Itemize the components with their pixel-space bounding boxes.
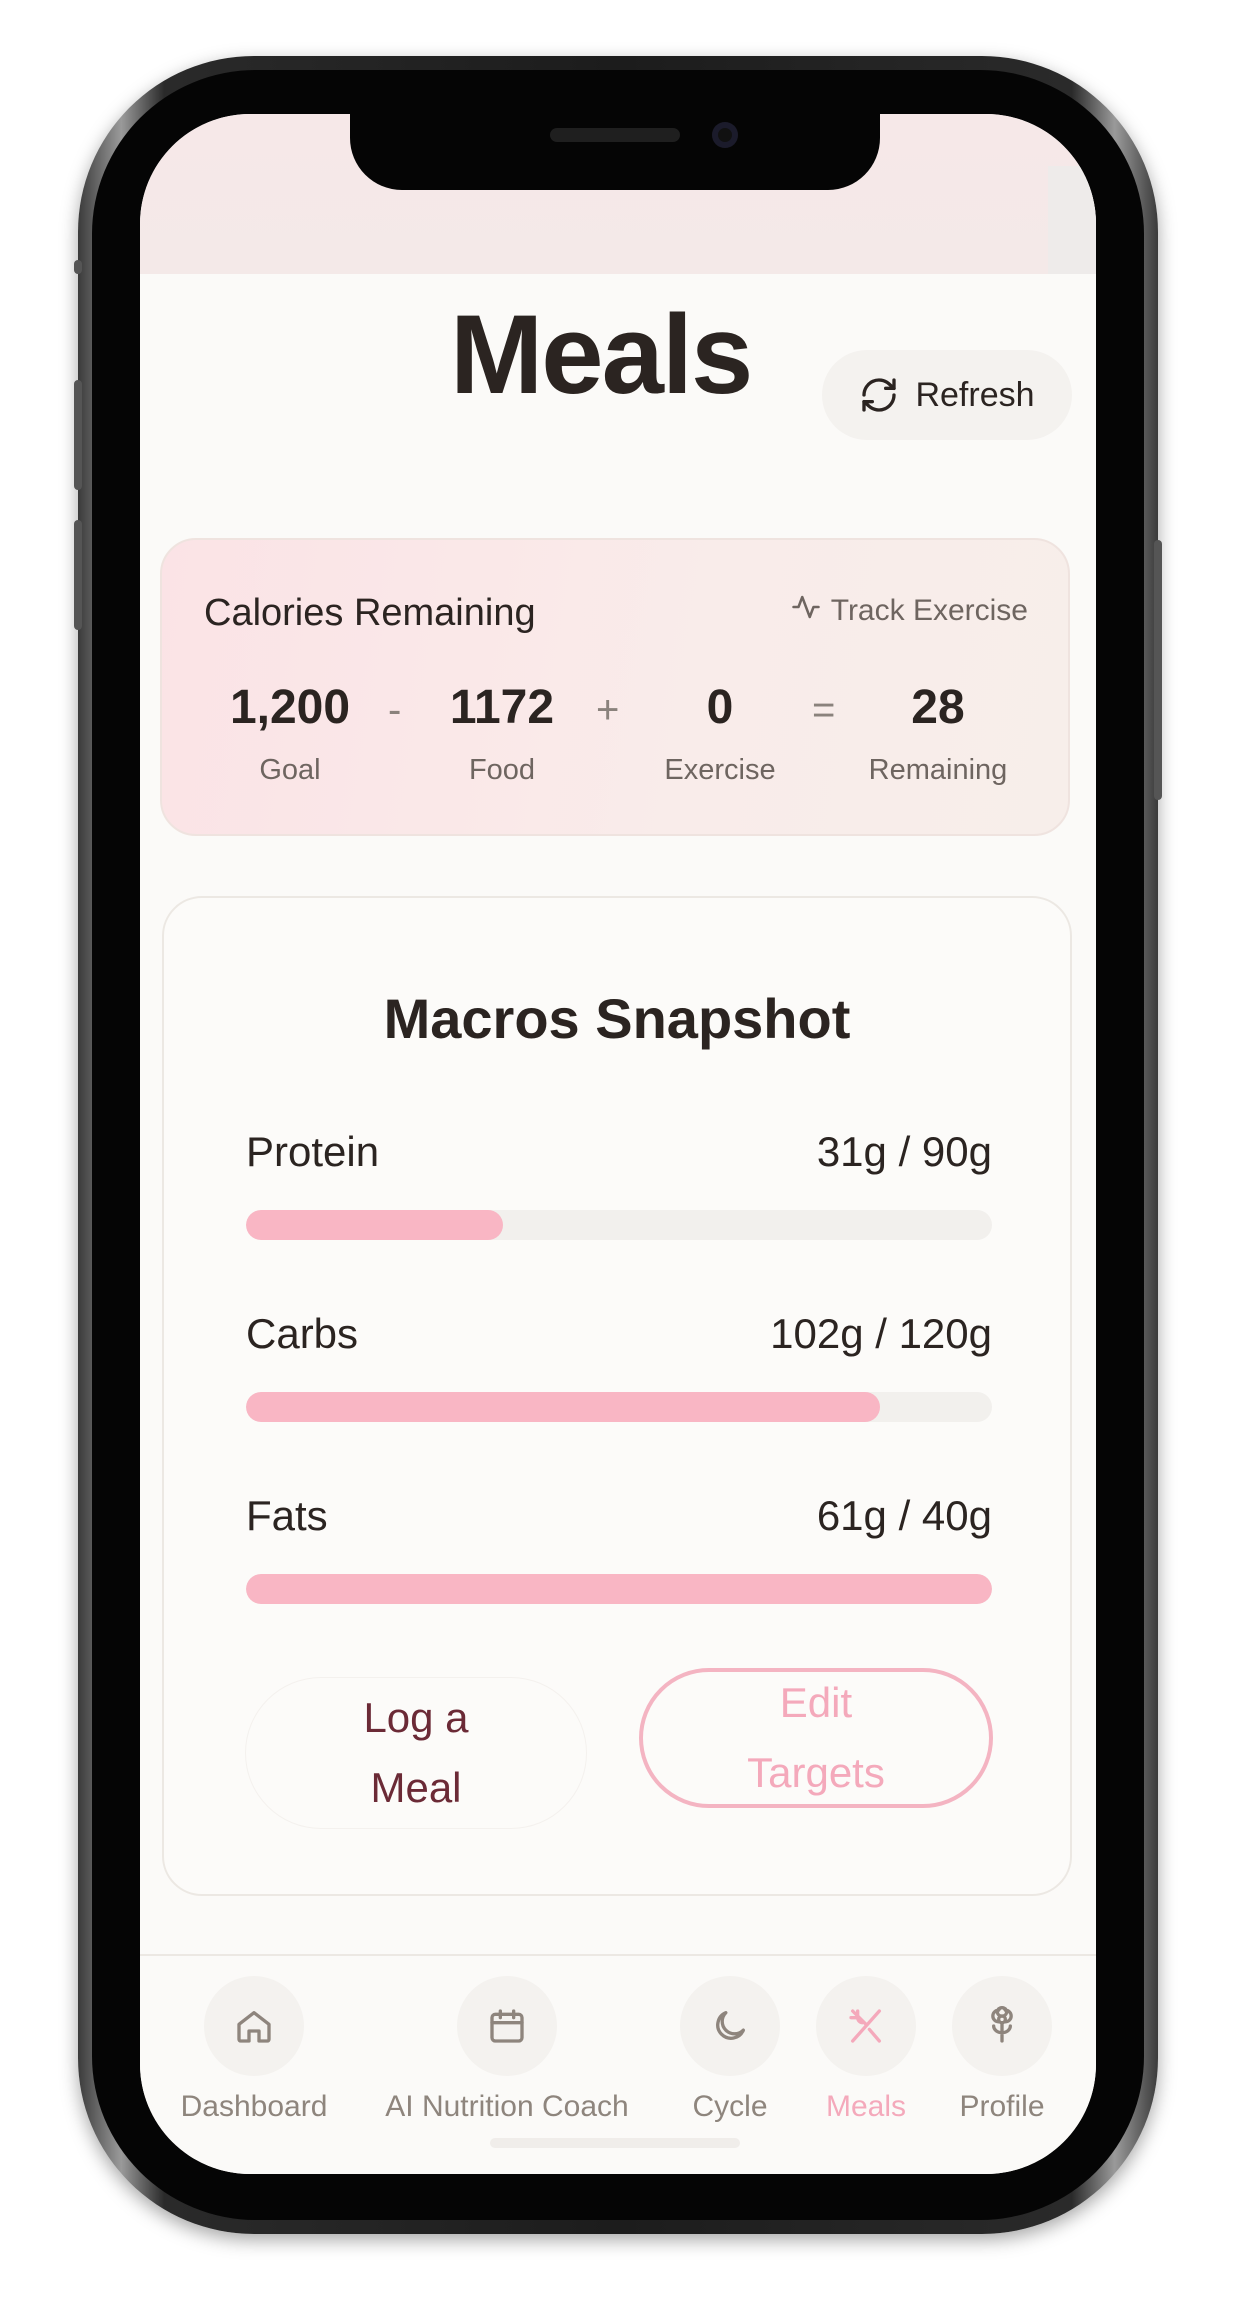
food-column: 1172 Food (402, 680, 602, 787)
nav-label: Cycle (692, 2090, 768, 2123)
calories-card: Calories Remaining Track Exercise 1,200 … (160, 538, 1070, 836)
nav-label: AI Nutrition Coach (385, 2090, 629, 2123)
calories-equation: 1,200 Goal - 1172 Food + 0 Exercise = 28… (162, 680, 1068, 800)
nav-item-cycle[interactable]: Cycle (670, 1976, 790, 2124)
home-icon (237, 2011, 271, 2043)
volume-down-button (74, 520, 82, 630)
remaining-value: 28 (911, 681, 965, 734)
progress-fill (246, 1210, 503, 1240)
macro-value: 31g / 90g (816, 1128, 992, 1175)
nav-icon-circle (680, 1976, 780, 2076)
home-indicator (490, 2138, 740, 2148)
exercise-label: Exercise (664, 754, 776, 786)
calendar-icon (490, 2009, 524, 2043)
progress-track (246, 1392, 992, 1422)
macro-name: Protein (246, 1128, 380, 1175)
front-camera (712, 122, 738, 148)
goal-label: Goal (259, 754, 321, 786)
nav-icon-circle (204, 1976, 304, 2076)
calories-title: Calories Remaining (204, 592, 536, 634)
progress-track (246, 1210, 992, 1240)
progress-track (246, 1574, 992, 1604)
plus-operator: + (596, 688, 620, 732)
edit-targets-label-line1: Edit (779, 1679, 853, 1726)
food-value: 1172 (449, 681, 555, 734)
notch (350, 114, 880, 190)
progress-fill (246, 1392, 881, 1422)
track-exercise-link[interactable]: Track Exercise (791, 592, 1028, 630)
nav-item-meals[interactable]: Meals (806, 1976, 926, 2124)
macros-card: Macros Snapshot Protein 31g / 90g Carbs … (162, 896, 1072, 1896)
nav-label: Meals (825, 2090, 907, 2123)
nav-item-profile[interactable]: Profile (942, 1976, 1062, 2124)
utensils-icon (849, 2009, 881, 2043)
nav-icon-circle (457, 1976, 557, 2076)
log-meal-label-line1: Log a (363, 1694, 469, 1741)
macro-value: 61g / 40g (816, 1492, 992, 1539)
volume-button (74, 260, 82, 274)
nav-label: Profile (959, 2090, 1045, 2123)
activity-icon (791, 592, 821, 630)
macros-title: Macros Snapshot (383, 987, 851, 1050)
volume-up-button (74, 380, 82, 490)
equals-operator: = (812, 688, 836, 732)
macro-name: Carbs (246, 1310, 359, 1357)
log-meal-label-line2: Meal (370, 1764, 462, 1811)
track-exercise-label: Track Exercise (830, 594, 1028, 627)
status-bar-edge (1048, 166, 1096, 274)
moon-icon (716, 2011, 745, 2040)
refresh-button[interactable]: Refresh (822, 350, 1072, 440)
log-meal-button[interactable]: Log a Meal (246, 1678, 586, 1828)
progress-fill (246, 1574, 992, 1604)
remaining-label: Remaining (868, 754, 1008, 786)
goal-column: 1,200 Goal (190, 680, 390, 787)
edit-targets-label-line2: Targets (747, 1749, 885, 1796)
refresh-icon (859, 375, 899, 415)
remaining-column: 28 Remaining (838, 680, 1038, 787)
flower-icon (991, 2006, 1013, 2043)
minus-operator: - (388, 688, 402, 732)
exercise-column: 0 Exercise (620, 680, 820, 787)
goal-value: 1,200 (229, 681, 351, 734)
side-button (1154, 540, 1162, 800)
nav-icon-circle (816, 1976, 916, 2076)
speaker-grille (550, 128, 680, 142)
nav-label: Dashboard (180, 2090, 328, 2123)
macro-name: Fats (246, 1492, 328, 1539)
phone-screen: Meals Refresh Calories Remaining Track E… (140, 114, 1096, 2174)
exercise-value: 0 (706, 681, 734, 734)
refresh-label: Refresh (915, 375, 1035, 414)
food-label: Food (468, 754, 536, 786)
macro-value: 102g / 120g (770, 1310, 992, 1357)
page-title: Meals (450, 292, 753, 417)
edit-targets-button[interactable]: Edit Targets (639, 1668, 993, 1808)
nav-item-dashboard[interactable]: Dashboard (174, 1976, 334, 2124)
nav-item-ai-nutrition-coach[interactable]: AI Nutrition Coach (362, 1976, 652, 2124)
nav-icon-circle (952, 1976, 1052, 2076)
